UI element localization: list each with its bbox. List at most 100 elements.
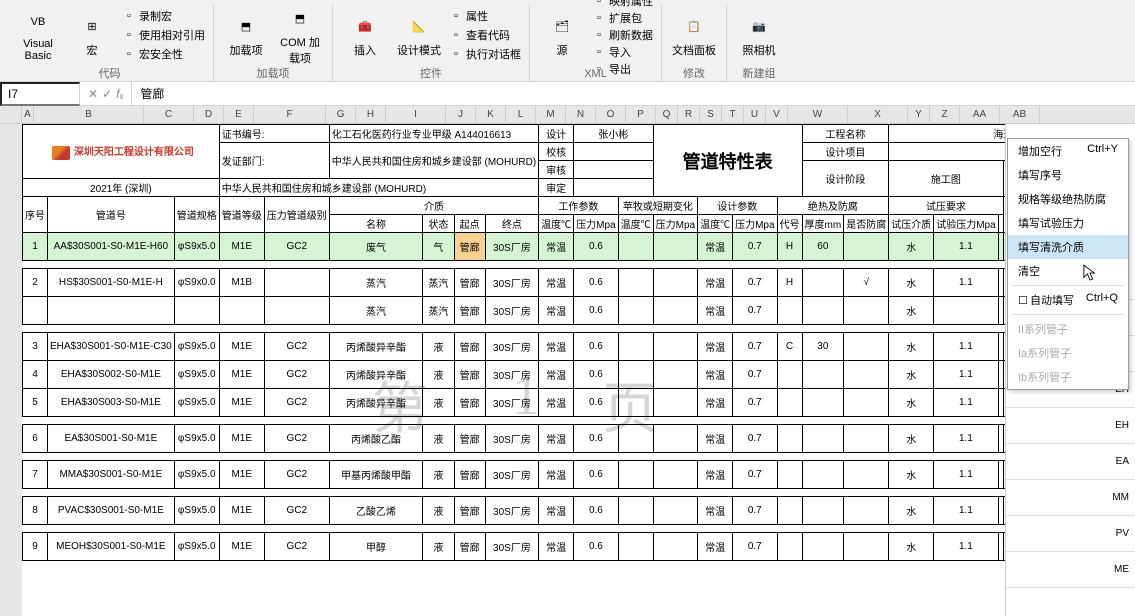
- column-header[interactable]: O: [596, 106, 626, 123]
- table-cell[interactable]: [618, 425, 653, 453]
- table-row[interactable]: 4EHA$30S002-S0-M1EφS9x5.0M1EGC2丙烯酸异辛酯液管廊…: [23, 361, 1135, 389]
- table-cell[interactable]: GC2: [264, 361, 329, 389]
- table-cell[interactable]: GC2: [264, 461, 329, 489]
- table-cell[interactable]: 0.6: [574, 297, 618, 325]
- column-header[interactable]: C: [144, 106, 194, 123]
- table-cell[interactable]: 60: [802, 233, 844, 261]
- table-cell[interactable]: 1.1: [934, 361, 998, 389]
- table-cell[interactable]: φS9x5.0: [174, 533, 219, 561]
- table-cell[interactable]: 30S厂房: [485, 269, 538, 297]
- table-cell[interactable]: 1.1: [934, 233, 998, 261]
- table-cell[interactable]: M1E: [219, 497, 264, 525]
- ribbon-button[interactable]: ⬒COM 加载项: [276, 4, 324, 66]
- table-cell[interactable]: 常温: [539, 497, 574, 525]
- table-cell[interactable]: M1E: [219, 233, 264, 261]
- table-cell[interactable]: 常温: [698, 233, 733, 261]
- table-cell[interactable]: [844, 389, 889, 417]
- table-cell[interactable]: GC2: [264, 389, 329, 417]
- table-cell[interactable]: φS9x0.0: [174, 269, 219, 297]
- table-cell[interactable]: [802, 361, 844, 389]
- table-cell[interactable]: H: [777, 233, 802, 261]
- table-cell[interactable]: 2: [23, 269, 48, 297]
- table-cell[interactable]: EHA$30S002-S0-M1E: [48, 361, 175, 389]
- table-row[interactable]: 6EA$30S001-S0-M1EφS9x5.0M1EGC2丙烯酸乙酯液管廊30…: [23, 425, 1135, 453]
- table-cell[interactable]: φS9x5.0: [174, 233, 219, 261]
- table-cell[interactable]: C: [777, 333, 802, 361]
- table-cell[interactable]: √: [844, 269, 889, 297]
- ribbon-small-button[interactable]: ▫录制宏: [122, 7, 205, 25]
- table-cell[interactable]: 0.7: [733, 297, 777, 325]
- table-cell[interactable]: [618, 269, 653, 297]
- table-cell[interactable]: GC2: [264, 533, 329, 561]
- table-cell[interactable]: [618, 389, 653, 417]
- table-cell[interactable]: 常温: [539, 425, 574, 453]
- menu-item[interactable]: 增加空行Ctrl+Y: [1008, 139, 1128, 163]
- table-cell[interactable]: 0.7: [733, 533, 777, 561]
- table-cell[interactable]: 管廊: [454, 461, 485, 489]
- table-cell[interactable]: 甲基丙烯酸甲酯: [329, 461, 423, 489]
- table-cell[interactable]: [653, 461, 697, 489]
- table-cell[interactable]: PVAC$30S001-S0-M1E: [48, 497, 175, 525]
- ribbon-small-button[interactable]: ▫宏安全性: [122, 45, 205, 63]
- table-cell[interactable]: [618, 461, 653, 489]
- table-cell[interactable]: 0.7: [733, 461, 777, 489]
- table-cell[interactable]: 管廊: [454, 389, 485, 417]
- table-cell[interactable]: 乙酸乙烯: [329, 497, 423, 525]
- table-cell[interactable]: 0.6: [574, 461, 618, 489]
- table-cell[interactable]: M1E: [219, 425, 264, 453]
- table-cell[interactable]: 7: [23, 461, 48, 489]
- table-cell[interactable]: [844, 497, 889, 525]
- table-cell[interactable]: 30S厂房: [485, 297, 538, 325]
- column-header[interactable]: Q: [656, 106, 678, 123]
- column-header[interactable]: H: [356, 106, 386, 123]
- ribbon-button[interactable]: ⬒加载项: [222, 4, 270, 66]
- table-cell[interactable]: 水: [889, 233, 934, 261]
- column-header[interactable]: G: [326, 106, 356, 123]
- table-cell[interactable]: 常温: [698, 497, 733, 525]
- table-cell[interactable]: 常温: [539, 361, 574, 389]
- table-cell[interactable]: [777, 389, 802, 417]
- table-cell[interactable]: 5: [23, 389, 48, 417]
- table-cell[interactable]: 0.6: [574, 389, 618, 417]
- ribbon-small-button[interactable]: ▫查看代码: [449, 26, 521, 44]
- grid[interactable]: 第 1 页 深圳天阳工程设计有限公司证书编号:化工石化医药行业专业甲级 A144…: [22, 124, 1135, 616]
- table-cell[interactable]: [777, 461, 802, 489]
- table-row[interactable]: 7MMA$30S001-S0-M1EφS9x5.0M1EGC2甲基丙烯酸甲酯液管…: [23, 461, 1135, 489]
- select-all-triangle[interactable]: [0, 106, 22, 123]
- table-cell[interactable]: 液: [423, 425, 454, 453]
- table-cell[interactable]: 30S厂房: [485, 533, 538, 561]
- table-cell[interactable]: [844, 533, 889, 561]
- table-cell[interactable]: M1E: [219, 333, 264, 361]
- enter-icon[interactable]: ✓: [102, 87, 112, 101]
- column-header[interactable]: D: [194, 106, 224, 123]
- table-cell[interactable]: 0.6: [574, 361, 618, 389]
- table-cell[interactable]: 水: [889, 333, 934, 361]
- table-cell[interactable]: 液: [423, 389, 454, 417]
- menu-item[interactable]: 规格等级绝热防腐: [1008, 187, 1128, 211]
- table-cell[interactable]: 丙烯酸异辛酯: [329, 389, 423, 417]
- table-cell[interactable]: [844, 361, 889, 389]
- table-row[interactable]: 2HS$30S001-S0-M1E-HφS9x0.0M1B蒸汽蒸汽管廊30S厂房…: [23, 269, 1135, 297]
- table-cell[interactable]: [844, 297, 889, 325]
- table-cell[interactable]: 常温: [539, 233, 574, 261]
- table-cell[interactable]: 液: [423, 333, 454, 361]
- table-cell[interactable]: 常温: [698, 389, 733, 417]
- column-header[interactable]: Y: [908, 106, 930, 123]
- table-cell[interactable]: 水: [889, 269, 934, 297]
- table-cell[interactable]: [618, 233, 653, 261]
- menu-item[interactable]: ☐自动填写Ctrl+Q: [1008, 288, 1128, 312]
- table-cell[interactable]: 1.1: [934, 333, 998, 361]
- table-cell[interactable]: 3: [23, 333, 48, 361]
- table-cell[interactable]: 管廊: [454, 333, 485, 361]
- column-header[interactable]: I: [386, 106, 446, 123]
- column-header[interactable]: M: [536, 106, 566, 123]
- table-cell[interactable]: MMA$30S001-S0-M1E: [48, 461, 175, 489]
- table-cell[interactable]: φS9x5.0: [174, 497, 219, 525]
- table-cell[interactable]: 气: [423, 233, 454, 261]
- table-cell[interactable]: [802, 497, 844, 525]
- table-cell[interactable]: [653, 233, 697, 261]
- ribbon-button[interactable]: 📐设计模式: [395, 4, 443, 66]
- ribbon-small-button[interactable]: ▫执行对话框: [449, 45, 521, 63]
- table-cell[interactable]: 0.6: [574, 233, 618, 261]
- table-cell[interactable]: 4: [23, 361, 48, 389]
